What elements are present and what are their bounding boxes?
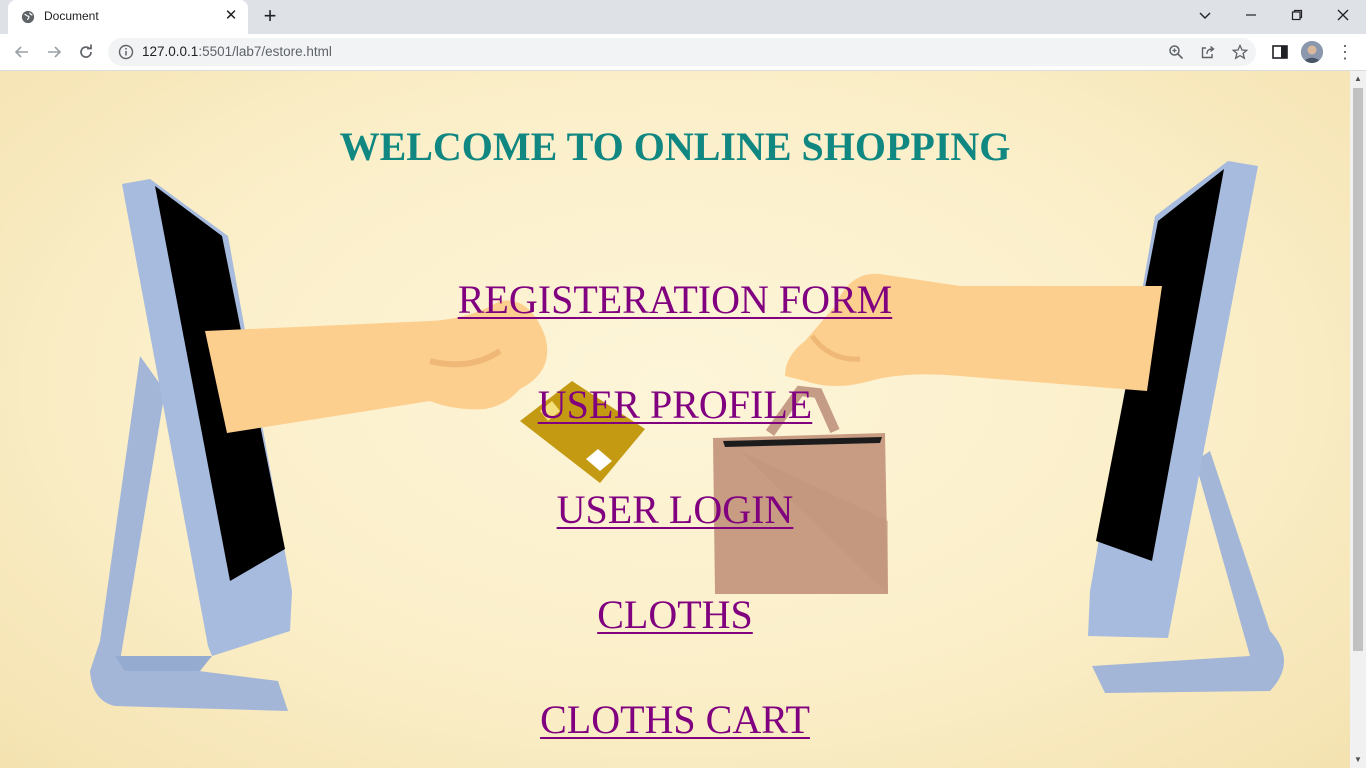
tab-close-icon[interactable]: ✕	[222, 7, 240, 25]
back-button[interactable]	[8, 38, 36, 66]
page-scrollbar[interactable]: ▲ ▼	[1350, 71, 1366, 768]
scrollbar-thumb[interactable]	[1353, 88, 1363, 651]
url-text[interactable]: 127.0.0.1:5501/lab7/estore.html	[142, 44, 332, 59]
browser-toolbar: 127.0.0.1:5501/lab7/estore.html	[0, 34, 1366, 71]
tab-title: Document	[44, 9, 99, 23]
profile-avatar[interactable]	[1301, 41, 1323, 63]
cloths-cart-link-label[interactable]: CLOTHS CART	[540, 697, 810, 742]
close-window-button[interactable]	[1320, 0, 1366, 30]
zoom-icon[interactable]	[1168, 44, 1184, 60]
kebab-menu-icon[interactable]: ⋮	[1336, 40, 1354, 64]
new-tab-button[interactable]: +	[258, 5, 282, 29]
scroll-up-arrow-icon[interactable]: ▲	[1353, 73, 1363, 85]
user-login-link[interactable]: USER LOGIN	[0, 486, 1350, 533]
globe-icon	[21, 10, 35, 24]
scroll-down-arrow-icon[interactable]: ▼	[1353, 754, 1363, 766]
cloths-link[interactable]: CLOTHS	[0, 591, 1350, 638]
user-login-link-label[interactable]: USER LOGIN	[557, 487, 794, 532]
registration-form-link-label[interactable]: REGISTERATION FORM	[458, 277, 892, 322]
page-heading: WELCOME TO ONLINE SHOPPING	[339, 124, 1011, 169]
tab-search-chevron-icon[interactable]	[1182, 0, 1228, 30]
url-host: 127.0.0.1	[142, 44, 199, 59]
page-viewport: WELCOME TO ONLINE SHOPPING REGISTERATION…	[0, 71, 1350, 768]
bookmark-star-icon[interactable]	[1232, 44, 1248, 60]
user-profile-link[interactable]: USER PROFILE	[0, 381, 1350, 428]
address-bar[interactable]: 127.0.0.1:5501/lab7/estore.html	[108, 38, 1256, 66]
reload-button[interactable]	[72, 38, 100, 66]
cloths-link-label[interactable]: CLOTHS	[597, 592, 753, 637]
cloths-cart-link[interactable]: CLOTHS CART	[0, 696, 1350, 743]
restore-button[interactable]	[1274, 0, 1320, 30]
share-icon[interactable]	[1200, 44, 1216, 60]
tab-document[interactable]: Document ✕	[8, 0, 248, 34]
tab-strip: Document ✕ +	[0, 0, 1366, 34]
url-path: :5501/lab7/estore.html	[198, 44, 332, 59]
site-info-icon[interactable]	[118, 44, 134, 60]
forward-button[interactable]	[40, 38, 68, 66]
side-panel-icon[interactable]	[1270, 42, 1290, 62]
minimize-button[interactable]	[1228, 0, 1274, 30]
avatar-image-icon	[1301, 41, 1323, 63]
user-profile-link-label[interactable]: USER PROFILE	[538, 382, 813, 427]
registration-form-link[interactable]: REGISTERATION FORM	[0, 276, 1350, 323]
